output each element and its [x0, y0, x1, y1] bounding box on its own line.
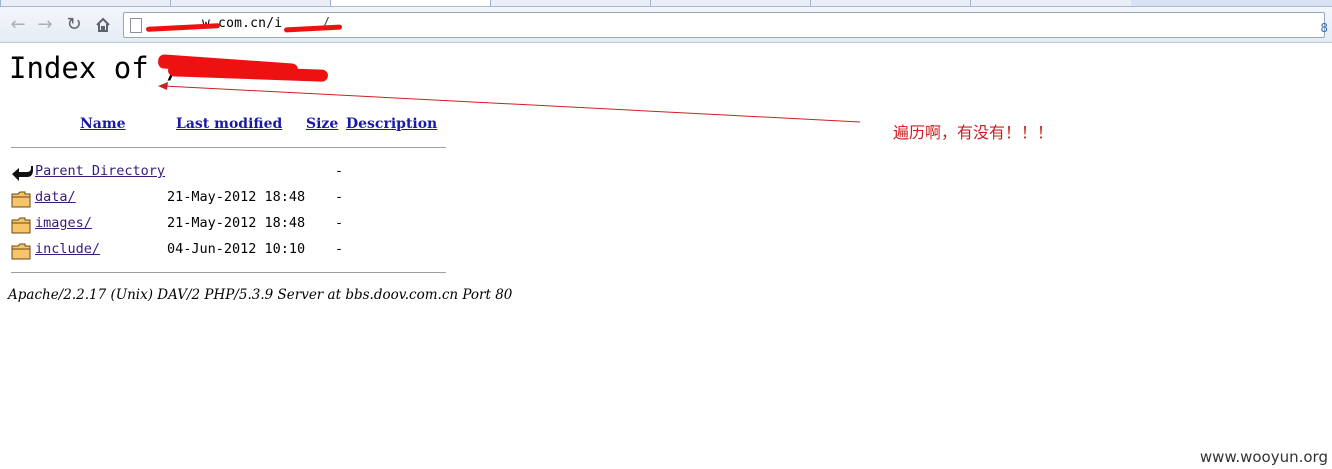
folder-icon	[11, 216, 31, 234]
annotation-arrow	[158, 82, 861, 123]
address-bar[interactable]: w.com.cn/i /	[123, 12, 1325, 38]
forward-arrow-icon[interactable]: →	[34, 15, 56, 35]
watermark: www.wooyun.org	[1199, 448, 1328, 466]
back-arrow-icon	[11, 164, 33, 182]
page-icon	[130, 18, 142, 33]
browser-tab[interactable]	[0, 0, 171, 6]
browser-tab[interactable]	[650, 0, 811, 6]
column-header-name[interactable]: Name	[80, 116, 126, 132]
modified-date: 21-May-2012 18:48	[167, 189, 306, 205]
reload-icon[interactable]: ↻	[63, 15, 85, 35]
browser-tab[interactable]	[810, 0, 971, 6]
browser-tab[interactable]	[490, 0, 651, 6]
column-header-size[interactable]: Size	[306, 116, 338, 132]
browser-toolbar: ← → ↻ w.com.cn/i/ 8	[0, 7, 1332, 43]
directory-link[interactable]: include/	[35, 241, 100, 257]
file-size: -	[335, 215, 344, 231]
toolbar-extension-icon[interactable]: 8	[1320, 21, 1328, 35]
list-item: data/ 21-May-2012 18:48 -	[11, 189, 451, 209]
file-size: -	[335, 163, 344, 179]
column-header-description[interactable]: Description	[346, 116, 437, 132]
file-size: -	[335, 189, 344, 205]
column-header-last-modified[interactable]: Last modified	[176, 116, 282, 132]
browser-tab[interactable]	[170, 0, 331, 6]
list-item: Parent Directory -	[11, 163, 451, 183]
folder-icon	[11, 242, 31, 260]
browser-tab-active[interactable]	[330, 0, 491, 6]
directory-link[interactable]: images/	[35, 215, 92, 231]
divider	[11, 147, 446, 148]
server-signature: Apache/2.2.17 (Unix) DAV/2 PHP/5.3.9 Ser…	[8, 287, 513, 303]
annotation-text: 遍历啊，有没有！！！	[893, 123, 1054, 142]
divider	[11, 272, 446, 273]
list-item: images/ 21-May-2012 18:48 -	[11, 215, 451, 235]
back-arrow-icon[interactable]: ←	[7, 15, 29, 35]
modified-date: 21-May-2012 18:48	[167, 215, 306, 231]
home-icon[interactable]	[92, 15, 114, 35]
parent-directory-link[interactable]: Parent Directory	[35, 163, 165, 179]
directory-link[interactable]: data/	[35, 189, 76, 205]
list-item: include/ 04-Jun-2012 10:10 -	[11, 241, 451, 261]
tab-strip	[0, 0, 1332, 7]
file-size: -	[335, 241, 344, 257]
modified-date: 04-Jun-2012 10:10	[167, 241, 306, 257]
folder-icon	[11, 190, 31, 208]
page-content: Index of / 遍历啊，有没有！！！ Name Last modified…	[0, 43, 1332, 469]
browser-tab[interactable]	[970, 0, 1131, 6]
